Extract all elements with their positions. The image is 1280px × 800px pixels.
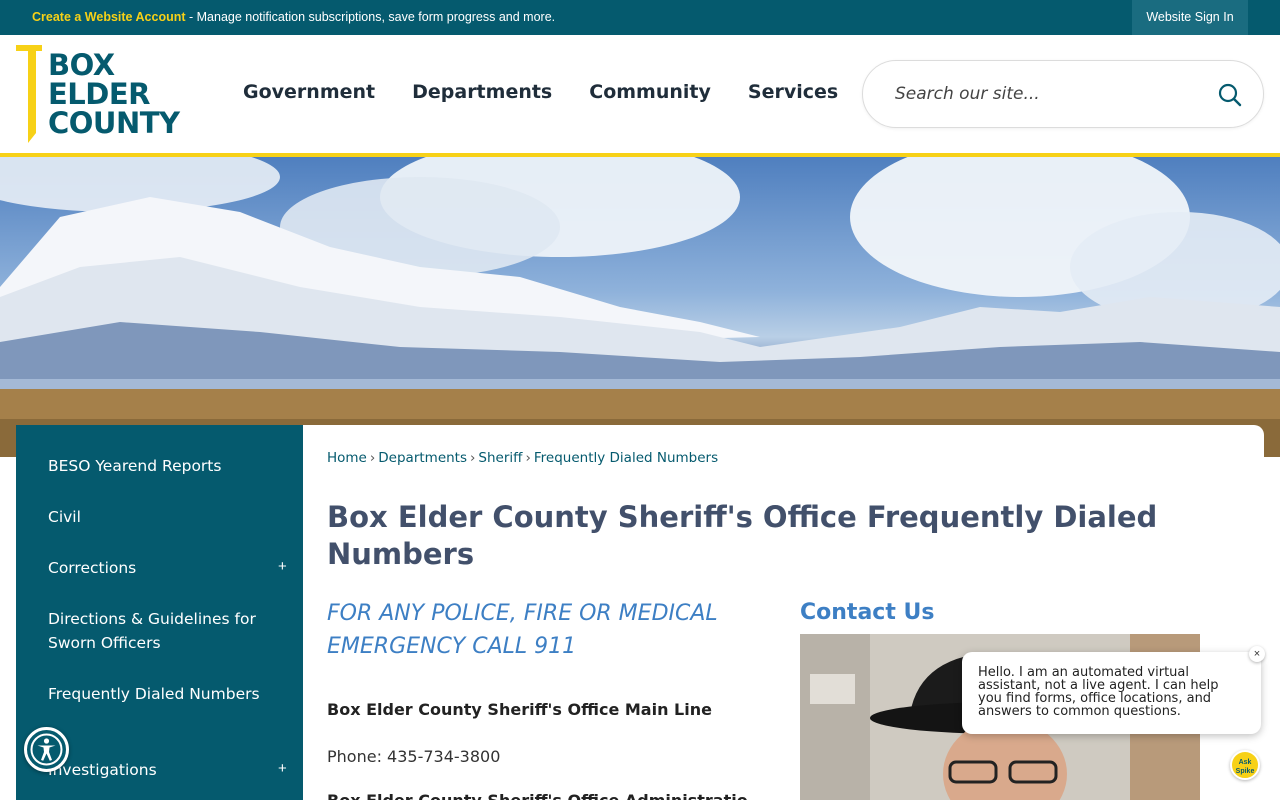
stake-logo-icon — [16, 45, 42, 143]
breadcrumb-separator: › — [525, 450, 531, 466]
create-account-link[interactable]: Create a Website Account — [32, 10, 186, 24]
hero-banner-image — [0, 157, 1280, 457]
mountain-landscape-illustration — [0, 157, 1280, 457]
nav-community[interactable]: Community — [589, 81, 711, 103]
logo-line-elder: ELDER — [48, 77, 151, 111]
administration-heading: Box Elder County Sheriff's Office Admini… — [327, 791, 747, 800]
sidebar-item-civil[interactable]: Civil — [48, 505, 288, 529]
breadcrumb-separator: › — [369, 450, 376, 466]
search-input[interactable] — [895, 81, 1195, 107]
main-line-phone[interactable]: Phone: 435-734-3800 — [327, 747, 500, 766]
site-header: BOX ELDER COUNTY Government Departments … — [0, 35, 1280, 153]
chat-close-icon[interactable]: × — [1249, 646, 1265, 662]
sidebar-item-frequently-dialed[interactable]: Frequently Dialed Numbers — [48, 682, 288, 706]
main-line-heading: Box Elder County Sheriff's Office Main L… — [327, 700, 712, 719]
chatbot-message: Hello. I am an automated virtual assista… — [962, 652, 1261, 734]
sidebar-item-investigations[interactable]: Investigations — [48, 758, 288, 782]
account-promo-text: - Manage notification subscriptions, sav… — [185, 10, 556, 24]
accessibility-button[interactable] — [24, 727, 69, 772]
corrections-expand-icon[interactable]: + — [278, 558, 287, 575]
accessibility-icon — [30, 733, 63, 766]
chatbot-launcher-button[interactable]: Ask Spike — [1230, 750, 1260, 780]
contact-us-heading: Contact Us — [800, 600, 935, 625]
main-content: Home › Departments › Sheriff › Frequently Dial… — [303, 425, 1264, 800]
nav-departments[interactable]: Departments — [412, 81, 552, 103]
breadcrumb-separator: › — [470, 450, 476, 466]
sign-in-button[interactable]: Website Sign In — [1132, 0, 1248, 35]
breadcrumb-current[interactable]: Frequently Dialed Numbers — [534, 450, 718, 466]
account-promo: Create a Website Account - Manage notifi… — [32, 10, 555, 24]
breadcrumb-sheriff[interactable]: Sheriff — [478, 450, 522, 466]
search-icon[interactable] — [1217, 82, 1243, 108]
logo-line-county: COUNTY — [48, 106, 180, 140]
nav-government[interactable]: Government — [243, 81, 375, 103]
breadcrumb-departments[interactable]: Departments — [378, 450, 467, 466]
main-nav: Government Departments Community Service… — [243, 81, 875, 103]
search-box — [862, 60, 1264, 128]
page-title: Box Elder County Sheriff's Office Freque… — [327, 500, 1158, 571]
breadcrumb-home[interactable]: Home — [327, 450, 367, 466]
sidebar-item-corrections[interactable]: Corrections — [48, 556, 288, 580]
top-bar: Create a Website Account - Manage notifi… — [0, 0, 1280, 35]
logo-line-box: BOX — [48, 48, 115, 82]
investigations-expand-icon[interactable]: + — [278, 760, 287, 777]
county-logo[interactable]: BOX ELDER COUNTY — [14, 43, 194, 145]
sidebar-item-directions-guidelines[interactable]: Directions & Guidelines for Sworn Office… — [48, 607, 288, 655]
emergency-notice: FOR ANY POLICE, FIRE OR MEDICAL EMERGENC… — [327, 601, 718, 659]
nav-services[interactable]: Services — [748, 81, 838, 103]
sidebar-item-beso-reports[interactable]: BESO Yearend Reports — [48, 454, 288, 478]
breadcrumb: Home › Departments › Sheriff › Frequently Dial… — [327, 450, 718, 466]
